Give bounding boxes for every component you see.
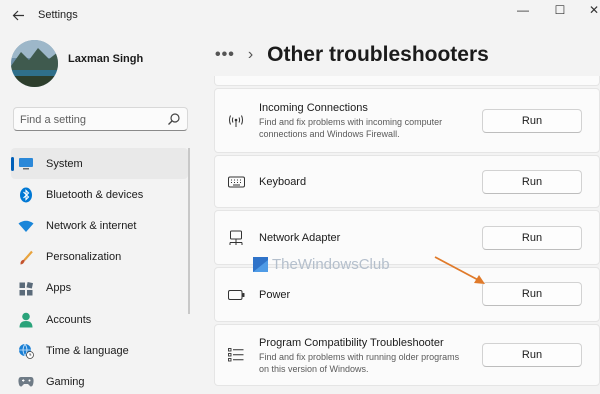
sidebar-item-time-language[interactable]: Time & language: [11, 335, 188, 366]
sidebar-item-apps[interactable]: Apps: [11, 273, 188, 304]
sidebar-item-bluetooth[interactable]: Bluetooth & devices: [11, 179, 188, 210]
breadcrumb-more-button[interactable]: •••: [215, 46, 235, 64]
search-box[interactable]: [13, 107, 188, 131]
watermark: TheWindowsClub: [253, 256, 390, 273]
sidebar-item-label: Accounts: [46, 313, 92, 326]
wifi-icon: [18, 218, 34, 234]
avatar[interactable]: [11, 40, 58, 87]
troubleshooter-description: Find and fix problems with running older…: [259, 352, 460, 374]
sidebar-item-label: System: [46, 157, 83, 170]
page-title: Other troubleshooters: [267, 43, 489, 66]
antenna-icon: [227, 112, 245, 130]
run-button[interactable]: Run: [482, 282, 582, 306]
bluetooth-icon: [18, 187, 34, 203]
battery-icon: [227, 286, 245, 304]
sidebar-item-label: Personalization: [46, 251, 122, 264]
run-button[interactable]: Run: [482, 109, 582, 133]
sidebar-item-personalization[interactable]: Personalization: [11, 242, 188, 273]
breadcrumb: ••• › Other troubleshooters: [215, 40, 489, 70]
run-button[interactable]: Run: [482, 226, 582, 250]
active-indicator: [11, 157, 14, 171]
sidebar-item-accounts[interactable]: Accounts: [11, 304, 188, 335]
troubleshooter-title: Network Adapter: [259, 232, 341, 244]
run-button[interactable]: Run: [482, 343, 582, 367]
list-icon: [227, 346, 245, 364]
sidebar-item-system[interactable]: System: [11, 148, 188, 180]
app-title: Settings: [38, 9, 78, 21]
search-icon[interactable]: [167, 112, 181, 126]
brush-icon: [18, 250, 34, 266]
sidebar-item-label: Apps: [46, 282, 72, 295]
sidebar-item-label: Gaming: [46, 375, 85, 388]
annotation-arrow-icon: [434, 256, 485, 284]
watermark-text: TheWindowsClub: [272, 256, 390, 273]
monitor-icon: [18, 156, 34, 172]
person-icon: [18, 312, 34, 328]
troubleshooter-card-power: Power Run: [214, 267, 600, 322]
gamepad-icon: [18, 374, 34, 390]
troubleshooter-title: Keyboard: [259, 176, 307, 188]
user-name: Laxman Singh: [68, 53, 144, 65]
keyboard-icon: [227, 173, 245, 191]
globe-clock-icon: [18, 343, 34, 360]
troubleshooter-card-program-compatibility: Program Compatibility Troubleshooter Fin…: [214, 324, 600, 386]
chevron-right-icon: ›: [247, 46, 254, 63]
troubleshooter-title: Program Compatibility Troubleshooter: [259, 337, 444, 349]
troubleshooter-card-partial: [214, 76, 600, 86]
sidebar-scrollbar[interactable]: [188, 148, 190, 314]
troubleshooter-title: Incoming Connections: [259, 102, 368, 114]
back-button[interactable]: [8, 6, 28, 24]
minimize-button[interactable]: —: [512, 3, 534, 17]
sidebar-nav: System Bluetooth & devices Network & int…: [11, 148, 188, 394]
sidebar-item-network[interactable]: Network & internet: [11, 210, 188, 241]
network-adapter-icon: [227, 229, 245, 247]
close-button[interactable]: ✕: [583, 3, 600, 17]
apps-icon: [18, 281, 34, 297]
maximize-button[interactable]: ☐: [549, 3, 571, 17]
sidebar-item-label: Network & internet: [46, 219, 137, 232]
troubleshooter-title: Power: [259, 289, 291, 301]
sidebar-item-gaming[interactable]: Gaming: [11, 366, 188, 394]
sidebar-item-label: Time & language: [46, 344, 129, 357]
back-arrow-icon: [12, 10, 24, 20]
sidebar-item-label: Bluetooth & devices: [46, 188, 144, 201]
troubleshooter-card-incoming-connections: Incoming Connections Find and fix proble…: [214, 88, 600, 153]
run-button[interactable]: Run: [482, 170, 582, 194]
watermark-logo: [253, 257, 268, 272]
title-bar: Settings — ☐ ✕: [0, 0, 600, 30]
troubleshooter-description: Find and fix problems with incoming comp…: [259, 117, 443, 139]
search-input[interactable]: [20, 112, 170, 127]
troubleshooter-card-keyboard: Keyboard Run: [214, 155, 600, 208]
